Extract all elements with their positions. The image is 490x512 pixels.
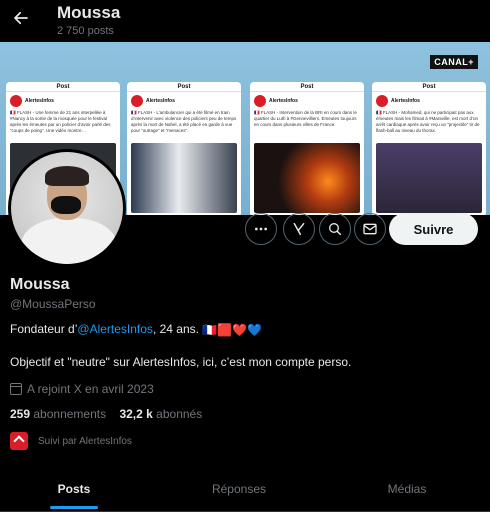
card-text: 🇫🇷 FLASH - Une femme de 21 ans interpell… [10, 110, 111, 133]
card-text: 🇫🇷 FLASH - Mohamed, qui ne participait p… [376, 110, 480, 133]
followed-by[interactable]: Suivi par AlertesInfos [10, 432, 132, 450]
canal-plus-watermark: CANAL+ [430, 55, 478, 69]
card-text: 🇫🇷 FLASH - L’ambulancier qui a été filmé… [131, 110, 237, 133]
tab-media[interactable]: Médias [332, 466, 482, 512]
card-heading: Post [6, 82, 120, 92]
profile-header: Moussa 2 750 posts [0, 0, 490, 42]
card-username: AlertesInfos [146, 98, 175, 104]
message-button[interactable] [354, 213, 386, 245]
followers-link[interactable]: 32,2 k abonnés [119, 407, 202, 421]
avatar-hair [45, 166, 89, 186]
card-username: AlertesInfos [25, 98, 54, 104]
profile-tabs: Posts Réponses Médias [0, 466, 490, 512]
search-icon [329, 223, 342, 236]
following-count: 259 [10, 407, 31, 421]
card-user: AlertesInfos [6, 92, 120, 110]
back-arrow-icon[interactable] [10, 7, 32, 29]
bio-mention-link[interactable]: @AlertesInfos [77, 322, 153, 336]
banner-post-card: Post AlertesInfos 🇫🇷 FLASH - Mohamed, qu… [372, 82, 486, 215]
card-image [376, 143, 482, 213]
card-avatar [10, 95, 22, 107]
alertesinfos-logo-icon [13, 435, 25, 447]
banner-post-card: Post AlertesInfos 🇫🇷 FLASH - Interventio… [250, 82, 364, 215]
bio-suffix: , 24 ans. [152, 322, 199, 336]
following-label: abonnements [33, 407, 107, 421]
more-button[interactable] [245, 213, 277, 245]
card-user: AlertesInfos [127, 92, 241, 110]
card-text: 🇫🇷 FLASH - Intervention de la BRI en cou… [254, 110, 357, 127]
search-button[interactable] [319, 213, 351, 245]
profile-name: Moussa [10, 276, 70, 293]
banner-post-card: Post AlertesInfos 🇫🇷 FLASH - L’ambulanci… [127, 82, 241, 215]
card-avatar [376, 95, 388, 107]
bio-line-1: Fondateur d’@AlertesInfos, 24 ans. 🇫🇷🟥❤️… [10, 322, 262, 337]
followed-by-text: Suivi par AlertesInfos [38, 435, 132, 447]
bio-prefix: Fondateur d’ [10, 322, 78, 336]
profile-handle: @MoussaPerso [10, 297, 96, 311]
card-heading: Post [250, 82, 364, 92]
envelope-icon [363, 223, 377, 235]
avatar-shirt [21, 218, 117, 264]
card-avatar [254, 95, 266, 107]
card-avatar [131, 95, 143, 107]
avatar-mask [51, 196, 81, 214]
header-post-count: 2 750 posts [57, 25, 114, 37]
card-heading: Post [372, 82, 486, 92]
card-username: AlertesInfos [269, 98, 298, 104]
follow-button[interactable]: Suivre [389, 213, 478, 245]
card-heading: Post [127, 82, 241, 92]
followers-count: 32,2 k [119, 407, 153, 421]
card-user: AlertesInfos [372, 92, 486, 110]
joined-text: A rejoint X en avril 2023 [27, 382, 154, 396]
tab-replies[interactable]: Réponses [164, 466, 314, 512]
calendar-icon [10, 383, 22, 395]
more-icon [255, 227, 267, 231]
bio-emojis: 🇫🇷🟥❤️💙 [202, 322, 263, 337]
card-username: AlertesInfos [391, 98, 420, 104]
alertesinfos-avatar [10, 432, 28, 450]
joined-date: A rejoint X en avril 2023 [10, 382, 154, 396]
profile-avatar[interactable] [8, 149, 126, 267]
card-user: AlertesInfos [250, 92, 364, 110]
follow-stats: 259 abonnements 32,2 k abonnés [10, 407, 202, 421]
bio-line-2: Objectif et "neutre" sur AlertesInfos, i… [10, 355, 352, 369]
card-image [254, 143, 360, 213]
avatar-photo [11, 152, 123, 264]
grok-icon [293, 222, 305, 236]
followers-label: abonnés [156, 407, 203, 421]
card-image [131, 143, 237, 213]
header-title: Moussa [57, 3, 121, 22]
following-link[interactable]: 259 abonnements [10, 407, 106, 421]
active-tab-indicator [50, 506, 98, 509]
grok-button[interactable] [283, 213, 315, 245]
